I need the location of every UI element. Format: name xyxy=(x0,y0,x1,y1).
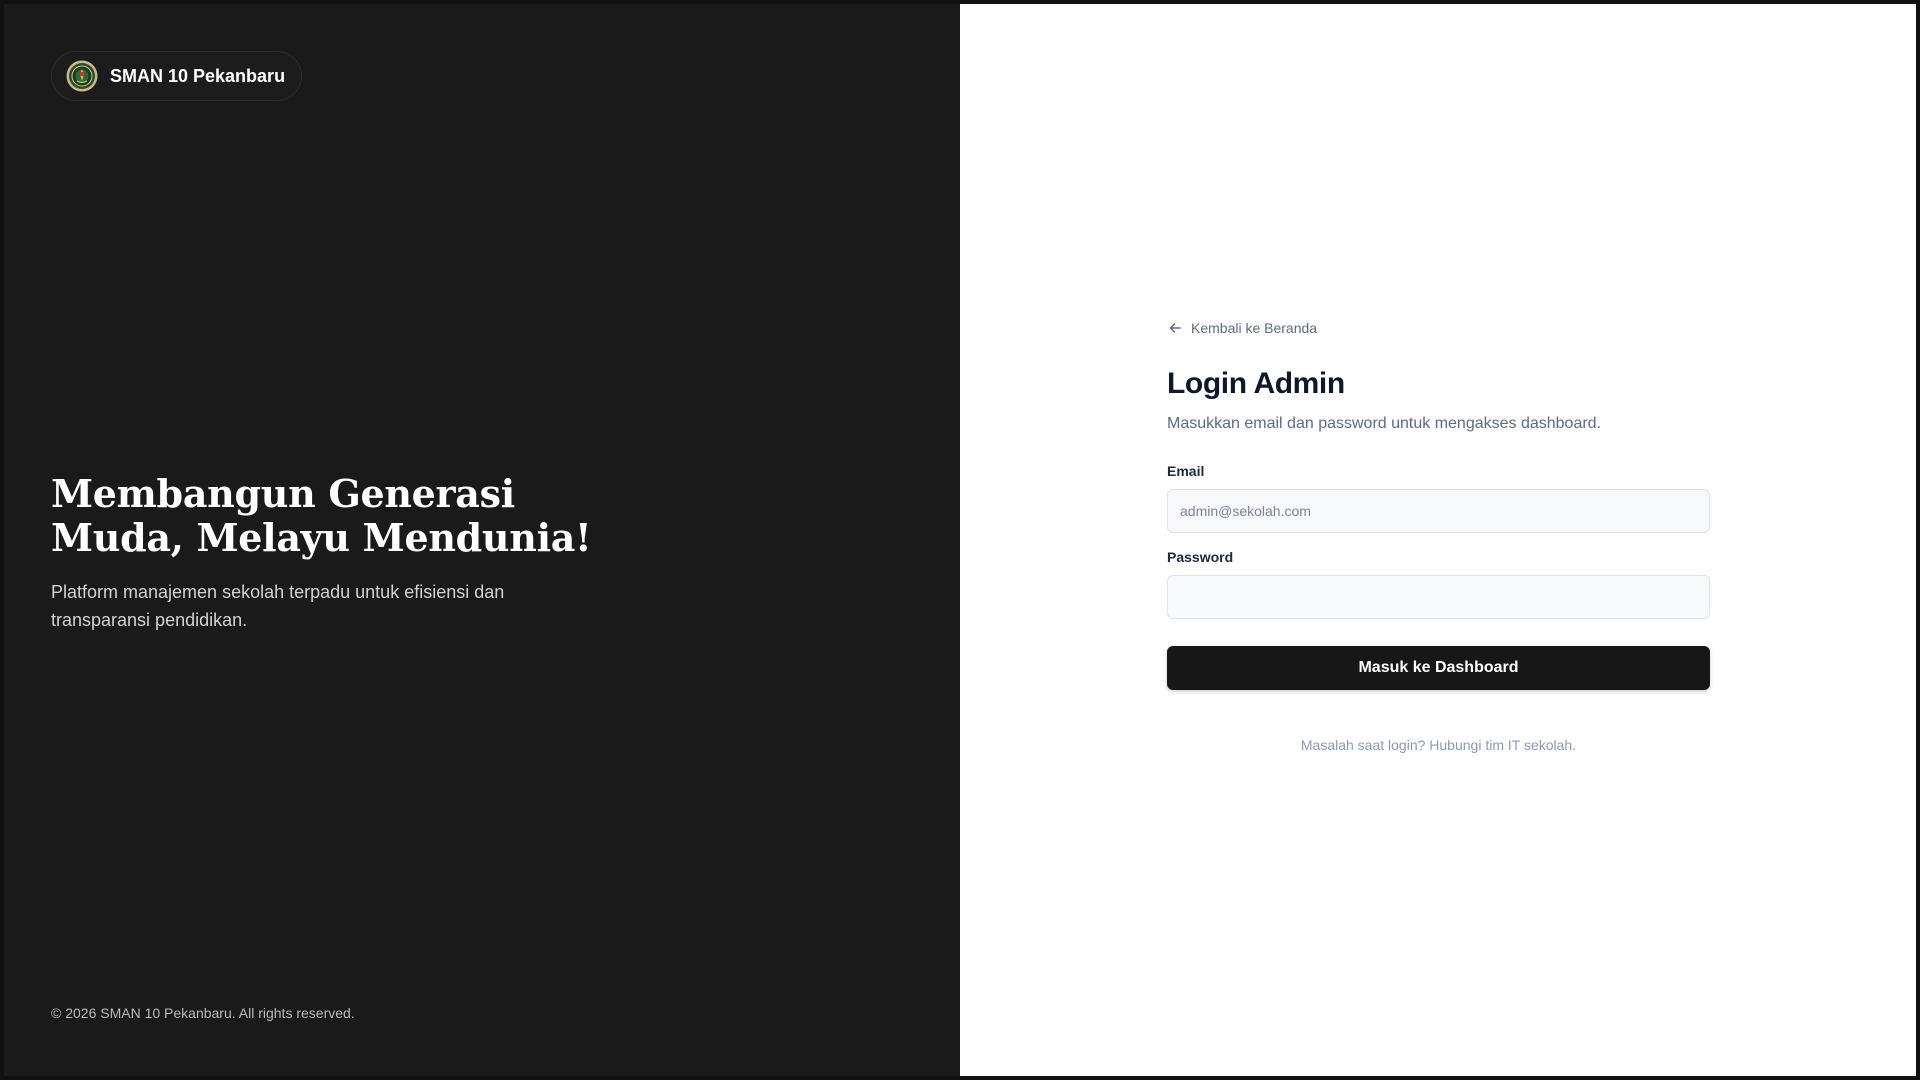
hero-title-line-2: Muda, Melayu Mendunia! xyxy=(51,515,592,560)
page-subtitle: Masukkan email dan password untuk mengak… xyxy=(1167,415,1602,432)
copyright-text: © 2026 SMAN 10 Pekanbaru. All rights res… xyxy=(51,1005,355,1021)
login-form: Kembali ke Beranda Login Admin Masukkan … xyxy=(1167,320,1710,753)
email-input[interactable] xyxy=(1167,489,1710,533)
school-name: SMAN 10 Pekanbaru xyxy=(110,65,286,86)
arrow-left-icon xyxy=(1169,323,1181,333)
login-page: SMAN 10 Pekanbaru Membangun Generasi Mud… xyxy=(4,4,1916,1076)
login-help-text: Masalah saat login? Hubungi tim IT sekol… xyxy=(1300,737,1577,753)
back-to-home-link[interactable]: Kembali ke Beranda xyxy=(1167,320,1317,336)
email-field-group: Email xyxy=(1167,463,1710,533)
brand-badge: SMAN 10 Pekanbaru xyxy=(51,51,303,101)
password-input[interactable] xyxy=(1167,575,1710,619)
login-submit-button[interactable]: Masuk ke Dashboard xyxy=(1167,646,1710,690)
hero-title: Membangun Generasi Muda, Melayu Mendunia… xyxy=(51,472,611,560)
password-field-group: Password xyxy=(1167,549,1710,619)
page-title: Login Admin xyxy=(1167,367,1345,400)
password-label: Password xyxy=(1167,549,1234,565)
back-link-label: Kembali ke Beranda xyxy=(1191,320,1318,336)
login-panel: Kembali ke Beranda Login Admin Masukkan … xyxy=(960,4,1916,1076)
hero-subtitle: Platform manajemen sekolah terpadu untuk… xyxy=(51,582,505,630)
email-label: Email xyxy=(1167,463,1205,479)
branding-panel: SMAN 10 Pekanbaru Membangun Generasi Mud… xyxy=(4,4,960,1076)
school-emblem-icon xyxy=(66,60,98,92)
hero-section: Membangun Generasi Muda, Melayu Mendunia… xyxy=(51,472,611,634)
hero-title-line-1: Membangun Generasi xyxy=(51,471,515,516)
